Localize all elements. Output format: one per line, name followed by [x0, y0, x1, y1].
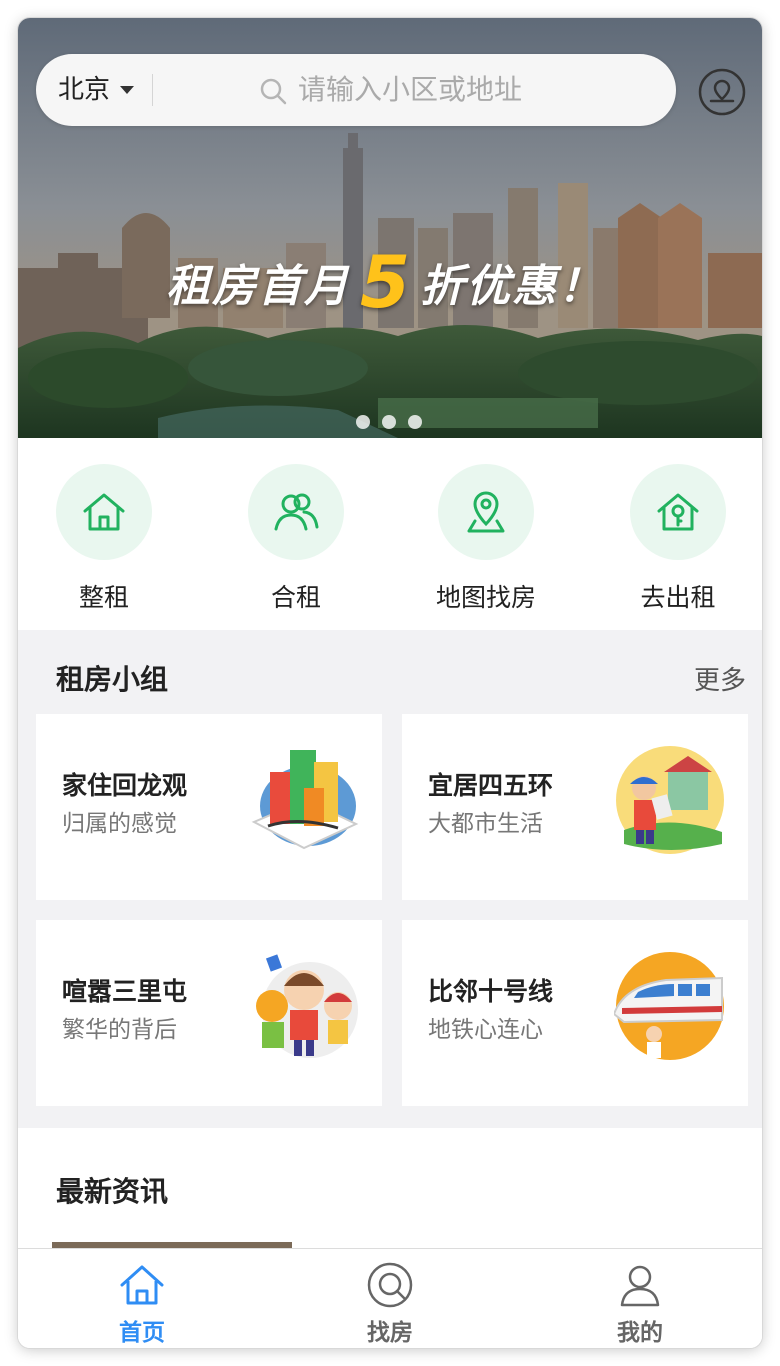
group-card-siwuhuan[interactable]: 宜居四五环 大都市生活: [402, 714, 748, 900]
search-icon: [260, 78, 287, 105]
group-title: 宜居四五环: [428, 771, 554, 800]
quick-action-whole-rent[interactable]: 整租: [34, 464, 174, 624]
tab-label: 首页: [119, 1320, 165, 1346]
tab-mine[interactable]: 我的: [560, 1249, 720, 1348]
carousel-dot[interactable]: [408, 415, 422, 429]
bottom-tab-bar: 首页 找房 我的: [18, 1248, 762, 1348]
group-card-huilongguan[interactable]: 家住回龙观 归属的感觉: [36, 714, 382, 900]
promo-number: 5: [360, 240, 411, 324]
quick-action-map-search[interactable]: 地图找房: [416, 464, 556, 624]
icon-circle: [248, 464, 344, 560]
promo-slogan: 租房首月 5 折优惠！: [166, 240, 605, 324]
quick-actions: 整租 合租 地图找房 去出租: [18, 438, 762, 630]
people-icon: [274, 493, 319, 531]
group-title: 比邻十号线: [428, 977, 554, 1006]
map-locate-icon[interactable]: [698, 68, 746, 116]
quick-action-label: 地图找房: [435, 583, 536, 612]
group-card-line10[interactable]: 比邻十号线 地铁心连心: [402, 920, 748, 1106]
quick-action-label: 整租: [78, 583, 129, 612]
home-icon: [120, 1265, 164, 1305]
house-icon: [83, 493, 125, 531]
search-input[interactable]: 请输入小区或地址: [298, 71, 522, 109]
group-subtitle: 繁华的背后: [62, 1017, 177, 1043]
group-card-sanlitun[interactable]: 喧嚣三里屯 繁华的背后: [36, 920, 382, 1106]
city-selector[interactable]: 北京: [58, 72, 110, 108]
group-subtitle: 归属的感觉: [62, 811, 177, 837]
promo-suffix: 折优惠！: [420, 261, 605, 312]
map-pin-icon: [467, 491, 505, 533]
train-icon: [614, 952, 724, 1060]
carousel-indicator[interactable]: [356, 414, 434, 430]
quick-action-label: 合租: [270, 583, 321, 612]
icon-circle: [56, 464, 152, 560]
city-buildings-icon: [251, 750, 359, 850]
person-house-icon: [616, 746, 724, 854]
tab-label: 我的: [617, 1320, 663, 1346]
quick-action-lease-out[interactable]: 去出租: [608, 464, 748, 624]
tab-label: 找房: [367, 1320, 413, 1346]
phone-screen: 北京 请输入小区或地址 租房首月 5 折优惠！ 整租 合租 地图找房 去出租 租…: [18, 18, 762, 1348]
carousel-dot[interactable]: [382, 415, 396, 429]
user-icon: [620, 1265, 660, 1307]
happy-people-icon: [256, 954, 358, 1058]
search-bar[interactable]: 北京 请输入小区或地址: [36, 54, 676, 126]
divider: [152, 74, 153, 106]
quick-action-label: 去出租: [640, 583, 716, 612]
caret-down-icon[interactable]: [120, 86, 134, 94]
rental-groups-header: 租房小组 更多: [18, 630, 762, 714]
quick-action-shared-rent[interactable]: 合租: [226, 464, 366, 624]
promo-prefix: 租房首月: [166, 261, 350, 312]
icon-circle: [630, 464, 726, 560]
group-subtitle: 地铁心连心: [428, 1017, 543, 1043]
search-house-icon: [367, 1262, 413, 1308]
tab-find-house[interactable]: 找房: [310, 1249, 470, 1348]
section-title: 最新资讯: [56, 1175, 169, 1208]
house-key-icon: [657, 493, 699, 531]
icon-circle: [438, 464, 534, 560]
carousel-dot[interactable]: [356, 415, 370, 429]
more-link[interactable]: 更多: [694, 660, 746, 697]
group-title: 家住回龙观: [62, 771, 188, 800]
group-subtitle: 大都市生活: [428, 811, 543, 837]
hero-banner[interactable]: 北京 请输入小区或地址 租房首月 5 折优惠！: [18, 18, 762, 438]
tab-home[interactable]: 首页: [62, 1249, 222, 1348]
section-title: 租房小组: [56, 663, 169, 696]
group-title: 喧嚣三里屯: [62, 977, 188, 1006]
